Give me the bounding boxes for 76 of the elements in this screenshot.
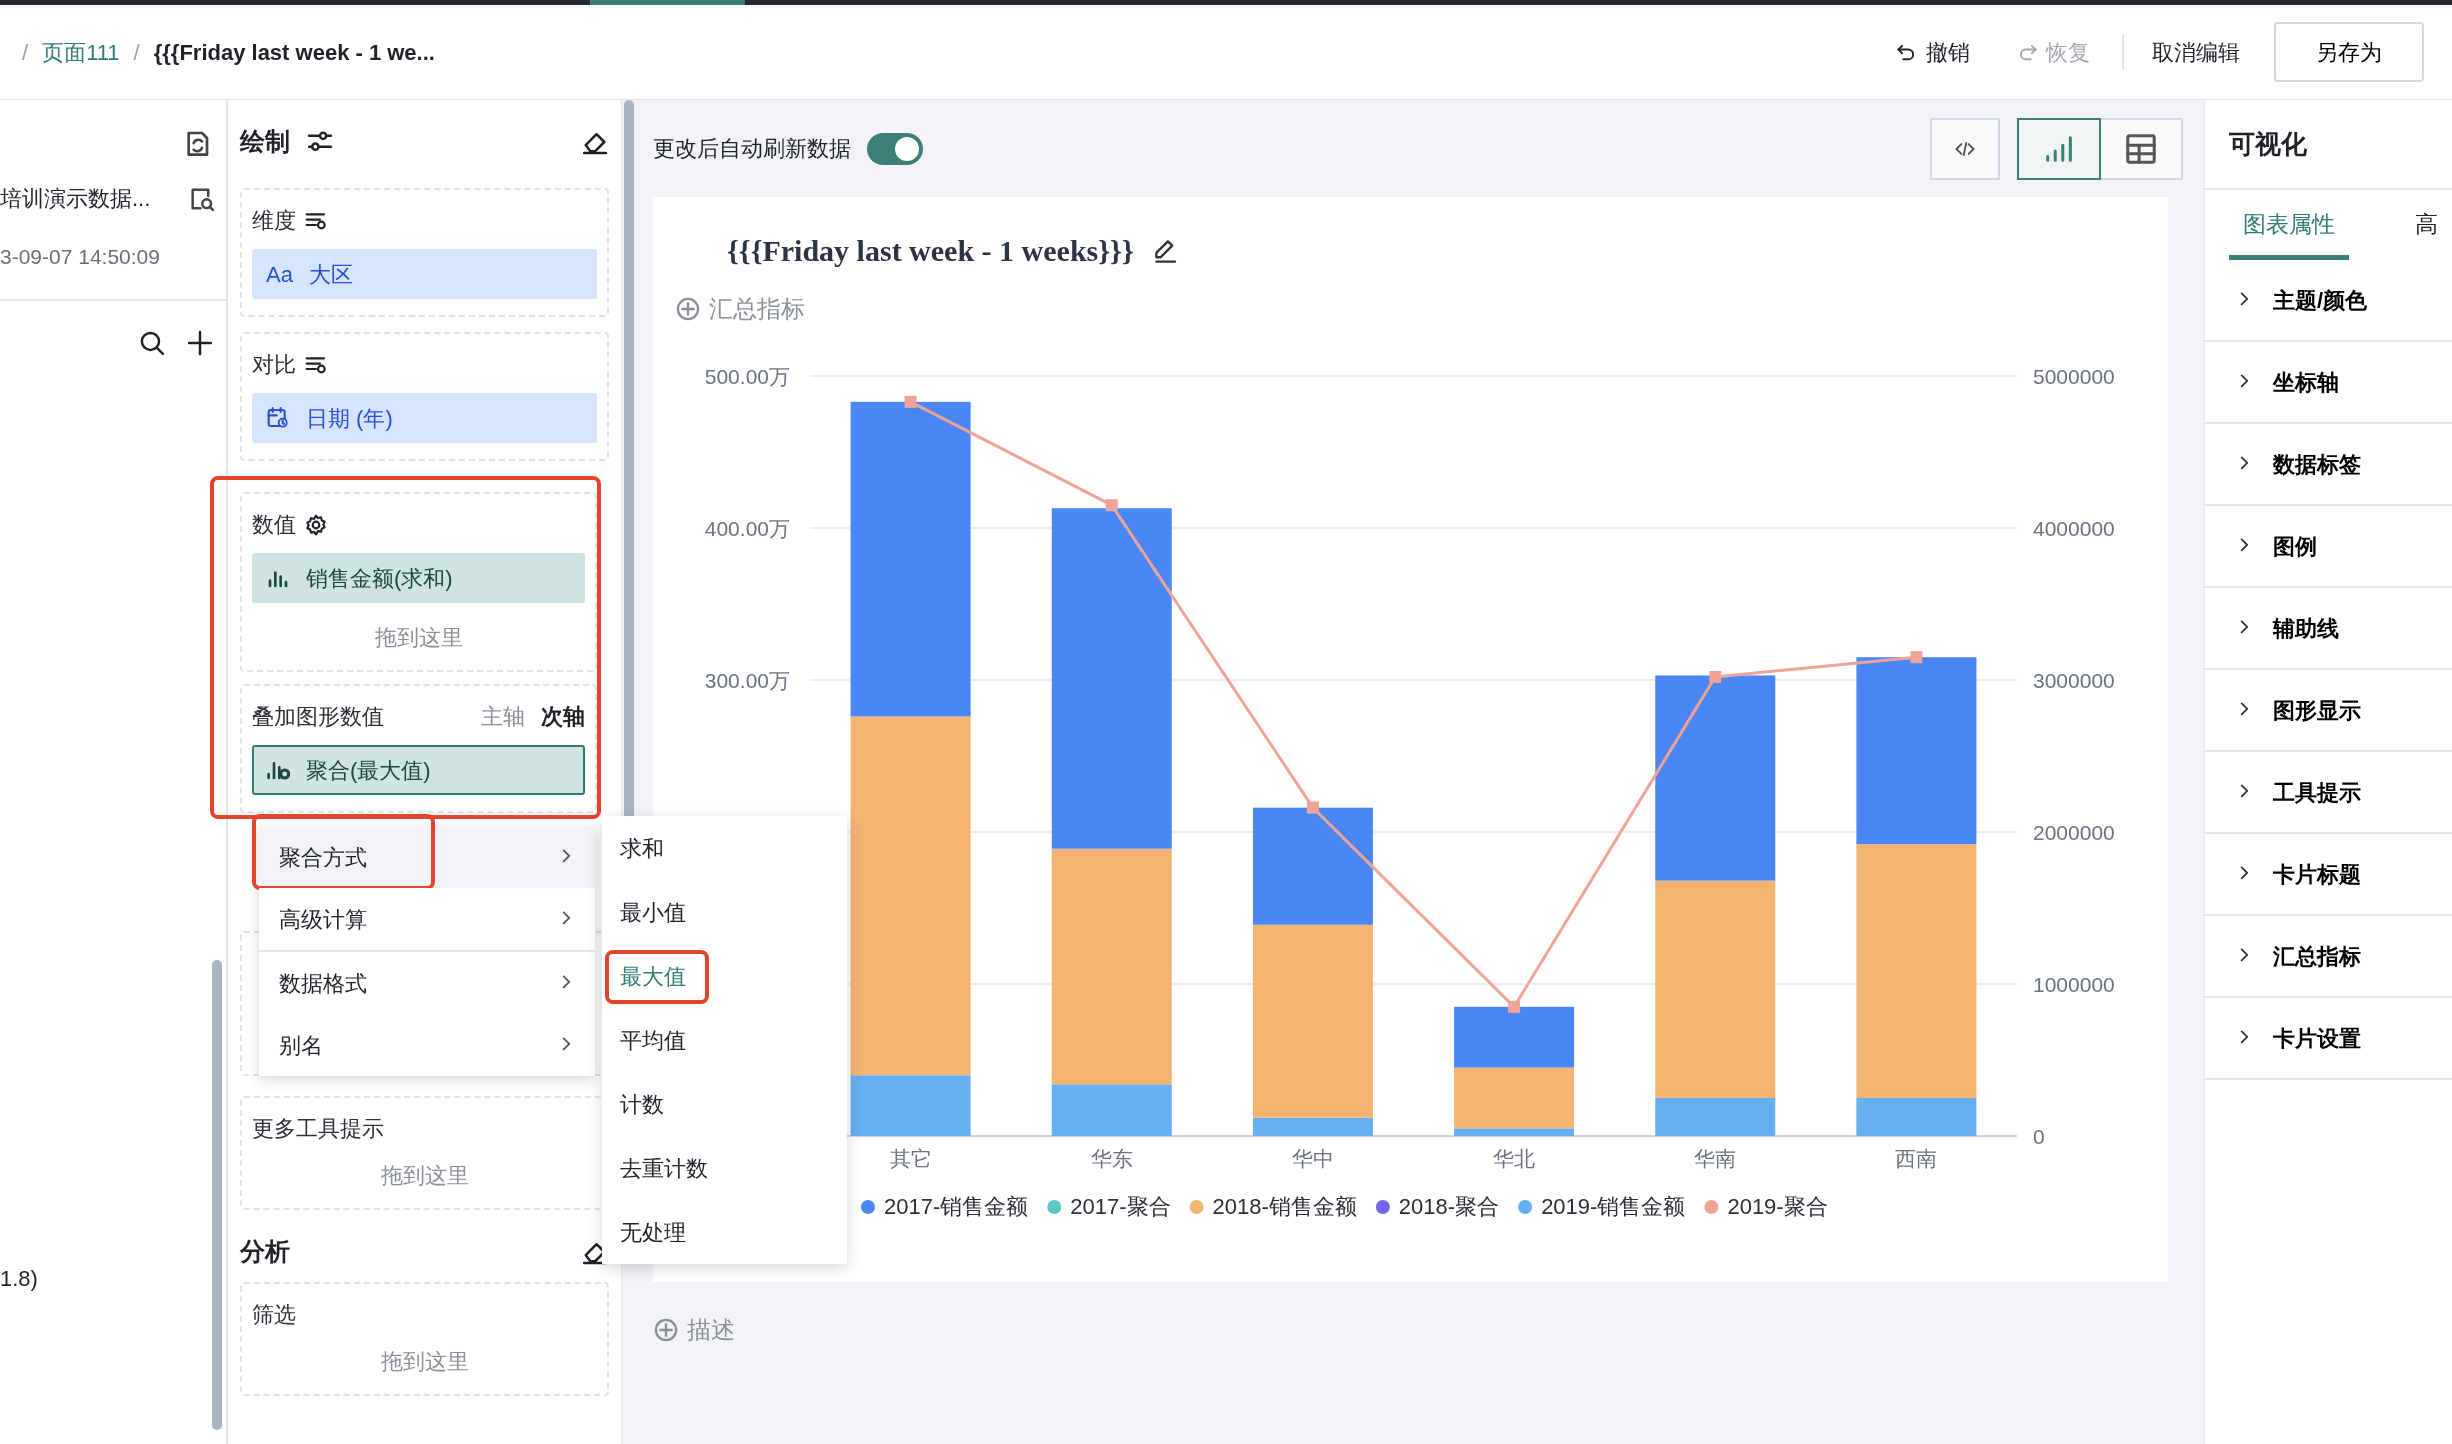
axis-tick-label: 500.00万 (704, 365, 790, 388)
legend-label: 2019-聚合 (1727, 1194, 1828, 1219)
section-title: 分析 (240, 1236, 290, 1268)
well-label: 筛选 (252, 1301, 296, 1329)
well-label: 维度 (252, 207, 296, 235)
menu-item[interactable]: 求和 (602, 816, 847, 880)
line-point (1910, 651, 1923, 664)
scrollbar-thumb[interactable] (212, 960, 222, 1430)
legend-label: 2019-销售金额 (1541, 1194, 1686, 1219)
axis-tick-label: 1000000 (2033, 973, 2115, 996)
breadcrumb-separator: / (22, 38, 29, 67)
menu-item[interactable]: 别名 (259, 1014, 595, 1076)
auto-refresh-label: 更改后自动刷新数据 (653, 135, 851, 163)
well-label: 更多工具提示 (252, 1115, 384, 1143)
line-point (1508, 1000, 1521, 1013)
field-chip[interactable]: 销售金额(求和) (252, 553, 585, 603)
menu-item[interactable]: 平均值 (602, 1008, 847, 1072)
plus-icon[interactable] (186, 328, 214, 357)
toggle-switch[interactable] (867, 132, 923, 165)
drop-hint: 拖到这里 (373, 624, 464, 652)
menu-item[interactable]: 数据格式 (259, 952, 595, 1014)
axis-category-label: 西南 (1895, 1147, 1938, 1170)
drop-hint: 拖到这里 (379, 1162, 470, 1190)
line-point (1709, 670, 1722, 683)
axis-category-label: 其它 (889, 1147, 932, 1170)
breadcrumb-current: {{{Friday last week - 1 we... (153, 38, 435, 67)
cancel-edit-button[interactable]: 取消编辑 (2152, 35, 2240, 69)
menu-item[interactable]: 高级计算 (259, 888, 595, 950)
axis-option[interactable]: 次轴 (541, 700, 585, 733)
legend-label: 2017-聚合 (1070, 1194, 1171, 1219)
legend-label: 2018-销售金额 (1212, 1194, 1357, 1219)
history-button[interactable]: 撤销 (1896, 35, 1970, 69)
panel-title: 可视化 (2229, 127, 2307, 161)
axis-category-label: 华中 (1291, 1147, 1334, 1170)
tab[interactable]: 高 (2415, 206, 2438, 260)
section-title: 绘制 (240, 126, 290, 158)
axis-tick-label: 0 (2033, 1125, 2045, 1148)
update-time: 3-09-07 14:50:09 (0, 245, 160, 268)
calendar-icon (266, 406, 290, 430)
breadcrumb-link[interactable]: 页面111 (42, 35, 120, 69)
line-point (1105, 499, 1118, 512)
field-chip[interactable]: 聚合(最大值) (252, 745, 585, 795)
breadcrumb-separator: / (133, 38, 140, 67)
view-button[interactable] (2017, 117, 2101, 180)
axis-tick-label: 3000000 (2033, 669, 2115, 692)
settings-icon[interactable] (304, 512, 328, 537)
menu-item[interactable]: 去重计数 (602, 1136, 847, 1200)
axis-category-label: 华东 (1090, 1147, 1133, 1170)
well-label: 对比 (252, 351, 296, 379)
table-icon (2124, 131, 2158, 166)
save-as-button[interactable]: 另存为 (2274, 22, 2424, 82)
field-chip[interactable]: 日期 (年) (252, 393, 597, 443)
axis-tick-label: 400.00万 (704, 517, 790, 540)
chart-title: {{{Friday last week - 1 weeks}}} (727, 232, 1134, 269)
menu-item[interactable]: 最大值 (602, 944, 847, 1008)
line-point (904, 395, 917, 408)
field-item[interactable]: 1.8) (0, 1261, 226, 1295)
well-label: 叠加图形数值 (252, 703, 384, 731)
plus-circle-icon (675, 296, 701, 322)
drop-hint: 拖到这里 (379, 1348, 470, 1376)
plus-circle-icon (653, 1317, 679, 1343)
menu-item[interactable]: 聚合方式 (259, 826, 595, 888)
axis-tick-label: 2000000 (2033, 821, 2115, 844)
menu-item[interactable]: 最小值 (602, 880, 847, 944)
axis-tick-label: 4000000 (2033, 517, 2115, 540)
field-chip[interactable]: Aa 大区 (252, 249, 597, 299)
legend-label: 2018-聚合 (1398, 1194, 1500, 1219)
axis-category-label: 华南 (1694, 1147, 1737, 1170)
well-label: 数值 (252, 511, 296, 539)
axis-tick-label: 5000000 (2033, 365, 2115, 388)
axis-tick-label: 300.00万 (704, 669, 790, 692)
dataset-name[interactable]: 培训演示数据... (0, 182, 151, 215)
legend-label: 2017-销售金额 (884, 1194, 1029, 1219)
menu-item[interactable]: 计数 (602, 1072, 847, 1136)
axis-category-label: 华北 (1493, 1147, 1536, 1170)
menu-item[interactable]: 无处理 (602, 1200, 847, 1264)
